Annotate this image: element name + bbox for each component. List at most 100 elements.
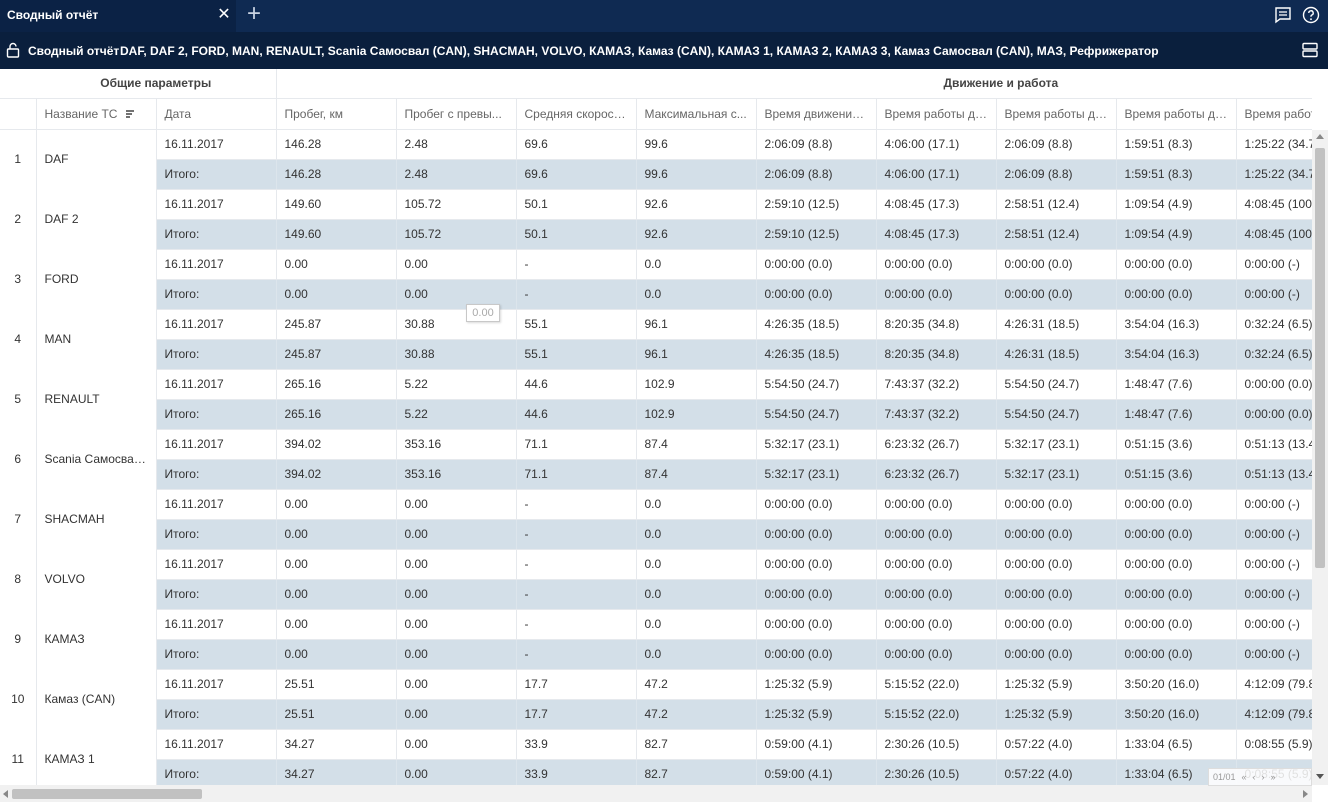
scroll-left-icon[interactable]: [3, 790, 8, 798]
column-header-date[interactable]: Дата: [156, 98, 277, 130]
cell-avg-speed: 44.6: [516, 369, 637, 400]
total-cell-engine-time-1: 4:08:45 (17.3): [876, 219, 997, 250]
first-page-icon[interactable]: «: [1242, 772, 1247, 782]
column-header-engine-time-4[interactable]: Время работы д: [1236, 98, 1312, 130]
column-header-mileage[interactable]: Пробег, км: [276, 98, 397, 130]
cell-engine-time-3: 1:59:51 (8.3): [1116, 129, 1237, 160]
help-icon[interactable]: [1302, 6, 1320, 24]
cell-engine-time-1: 7:43:37 (32.2): [876, 369, 997, 400]
total-row[interactable]: Итого: 0.00 0.00-0.0 0:00:00 (0.0) 0:00:00 (…: [0, 639, 1312, 670]
table-row[interactable]: 7 SHACMAH 16.11.2017 0.00 0.00-0.0 0:00:00 (0…: [0, 489, 1312, 549]
total-row[interactable]: Итого: 25.51 0.00 17.7 47.2 1:25:32 (5.9) 5:15…: [0, 699, 1312, 730]
cell-engine-time-4: 0:08:55 (5.9): [1236, 729, 1312, 760]
total-row[interactable]: Итого: 394.02 353.16 71.1 87.4 5:32:17 (23.1)…: [0, 459, 1312, 490]
vertical-scroll-thumb[interactable]: [1315, 148, 1325, 568]
cell-avg-speed: -: [516, 549, 637, 580]
report-title: Сводный отчёт: [28, 44, 120, 58]
total-cell-date: Итого:: [156, 699, 277, 730]
table-row[interactable]: 3 FORD 16.11.2017 0.00 0.00-0.0 0:00:00 (0.0)…: [0, 249, 1312, 309]
total-row[interactable]: Итого: 146.28 2.48 69.6 99.6 2:06:09 (8.8) 4:0…: [0, 159, 1312, 190]
column-header-mileage-over[interactable]: Пробег с превы...: [396, 98, 517, 130]
cell-date: 16.11.2017: [156, 609, 277, 640]
horizontal-scroll-thumb[interactable]: [12, 789, 202, 799]
total-row[interactable]: Итого: 245.87 30.88 55.1 96.1 4:26:35 (18.5) 8…: [0, 339, 1312, 370]
table-row[interactable]: 11 КАМАЗ 1 16.11.2017 34.27 0.00 33.9 82.7 0:59…: [0, 729, 1312, 785]
total-cell-max-speed: 96.1: [636, 339, 757, 370]
total-cell-mileage: 265.16: [276, 399, 397, 430]
total-cell-avg-speed: 17.7: [516, 699, 637, 730]
vehicle-name: RENAULT: [36, 369, 157, 429]
total-cell-date: Итого:: [156, 399, 277, 430]
total-row[interactable]: Итого: 149.60 105.72 50.1 92.6 2:59:10 (12.5)…: [0, 219, 1312, 250]
vertical-scrollbar[interactable]: [1312, 130, 1328, 785]
tab-summary-report[interactable]: Сводный отчёт ✕: [0, 0, 236, 32]
total-cell-engine-time-3: 0:51:15 (3.6): [1116, 459, 1237, 490]
sort-icon[interactable]: [125, 109, 135, 119]
total-cell-mileage-over: 105.72: [396, 219, 517, 250]
total-cell-avg-speed: 55.1: [516, 339, 637, 370]
table-row[interactable]: 6 Scania Самосвал... 16.11.2017 394.02 353.1…: [0, 429, 1312, 489]
table-row[interactable]: 5 RENAULT 16.11.2017 265.16 5.22 44.6 102.9 5:5…: [0, 369, 1312, 429]
scroll-right-icon[interactable]: [1303, 790, 1308, 798]
total-cell-move-time: 0:00:00 (0.0): [756, 519, 877, 550]
layout-icon[interactable]: [1302, 42, 1318, 58]
column-header-avg-speed[interactable]: Средняя скорост...: [516, 98, 637, 130]
vehicle-name: DAF 2: [36, 189, 157, 249]
column-header-engine-time-1[interactable]: Время работы дв...: [876, 98, 997, 130]
top-icons: [1274, 6, 1320, 26]
unlock-icon[interactable]: [6, 42, 20, 58]
total-cell-date: Итого:: [156, 459, 277, 490]
table-row[interactable]: 1 DAF 16.11.2017 146.28 2.48 69.6 99.6 2:06:09 …: [0, 129, 1312, 189]
cell-max-speed: 0.0: [636, 489, 757, 520]
horizontal-scrollbar[interactable]: [0, 785, 1312, 802]
table-row[interactable]: 9 КАМАЗ 16.11.2017 0.00 0.00-0.0 0:00:00 (0.0…: [0, 609, 1312, 669]
cell-mileage: 0.00: [276, 549, 397, 580]
column-header-name[interactable]: Название ТС: [36, 98, 157, 130]
table-row[interactable]: 8 VOLVO 16.11.2017 0.00 0.00-0.0 0:00:00 (0.0…: [0, 549, 1312, 609]
column-header-move-time[interactable]: Время движения...: [756, 98, 877, 130]
close-icon[interactable]: ✕: [216, 6, 232, 24]
cell-engine-time-1: 4:08:45 (17.3): [876, 189, 997, 220]
cell-move-time: 0:00:00 (0.0): [756, 489, 877, 520]
table-row[interactable]: 2 DAF 2 16.11.2017 149.60 105.72 50.1 92.6 2:59…: [0, 189, 1312, 249]
total-cell-engine-time-3: 1:09:54 (4.9): [1116, 219, 1237, 250]
cell-move-time: 2:06:09 (8.8): [756, 129, 877, 160]
column-header-engine-time-2[interactable]: Время работы дв...: [996, 98, 1117, 130]
vehicle-name: Камаз (CAN): [36, 669, 157, 729]
total-cell-engine-time-2: 0:00:00 (0.0): [996, 519, 1117, 550]
total-row[interactable]: Итого: 34.27 0.00 33.9 82.7 0:59:00 (4.1) 2:30…: [0, 759, 1312, 785]
cell-engine-time-4: 0:00:00 (-): [1236, 549, 1312, 580]
cell-date: 16.11.2017: [156, 249, 277, 280]
total-cell-move-time: 0:00:00 (0.0): [756, 279, 877, 310]
vehicle-name: КАМАЗ: [36, 609, 157, 669]
cell-engine-time-2: 2:58:51 (12.4): [996, 189, 1117, 220]
chat-icon[interactable]: [1274, 6, 1292, 24]
table-row[interactable]: 10 Камаз (CAN) 16.11.2017 25.51 0.00 17.7 47.2…: [0, 669, 1312, 729]
next-page-icon[interactable]: ›: [1262, 772, 1265, 782]
cell-engine-time-1: 0:00:00 (0.0): [876, 609, 997, 640]
total-cell-engine-time-2: 0:00:00 (0.0): [996, 579, 1117, 610]
cell-date: 16.11.2017: [156, 189, 277, 220]
cell-date: 16.11.2017: [156, 549, 277, 580]
total-cell-engine-time-4: 0:00:00 (-): [1236, 519, 1312, 550]
total-cell-move-time: 2:59:10 (12.5): [756, 219, 877, 250]
total-row[interactable]: Итого: 0.00 0.00-0.0 0:00:00 (0.0) 0:00:00 (…: [0, 579, 1312, 610]
add-tab-icon[interactable]: +: [244, 2, 264, 27]
total-row[interactable]: Итого: 0.00 0.00-0.0 0:00:00 (0.0) 0:00:00 (…: [0, 519, 1312, 550]
column-header-max-speed[interactable]: Максимальная с...: [636, 98, 757, 130]
total-cell-mileage: 0.00: [276, 579, 397, 610]
prev-page-icon[interactable]: ‹: [1253, 772, 1256, 782]
scroll-down-icon[interactable]: [1316, 774, 1324, 779]
last-page-icon[interactable]: »: [1271, 772, 1276, 782]
total-cell-engine-time-3: 0:00:00 (0.0): [1116, 519, 1237, 550]
scroll-up-icon[interactable]: [1316, 134, 1324, 139]
table-row[interactable]: 4 MAN 16.11.2017 245.87 30.88 55.1 96.1 4:26:35…: [0, 309, 1312, 369]
total-row[interactable]: Итого: 0.00 0.00-0.0 0:00:00 (0.0) 0:00:00 (…: [0, 279, 1312, 310]
column-header-engine-time-3[interactable]: Время работы дв...: [1116, 98, 1237, 130]
total-cell-date: Итого:: [156, 159, 277, 190]
total-row[interactable]: Итого: 265.16 5.22 44.6 102.9 5:54:50 (24.7) 7…: [0, 399, 1312, 430]
cell-avg-speed: -: [516, 489, 637, 520]
total-cell-mileage: 394.02: [276, 459, 397, 490]
total-cell-engine-time-2: 0:00:00 (0.0): [996, 279, 1117, 310]
cell-max-speed: 102.9: [636, 369, 757, 400]
